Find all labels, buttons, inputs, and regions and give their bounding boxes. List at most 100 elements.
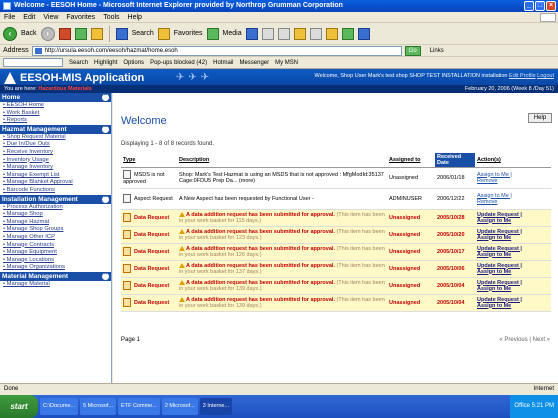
msn-search-input[interactable] <box>3 58 63 67</box>
start-button[interactable]: start <box>0 395 38 418</box>
sidebar-item-equipment[interactable]: Manage Equipment <box>0 249 111 257</box>
row-type: Data Request <box>134 214 170 221</box>
taskbar-item-explorer[interactable]: C:\Docume... <box>40 398 79 415</box>
table-row: Aspect Request A New Aspect has been requ… <box>121 188 551 210</box>
messenger-button[interactable]: Messenger <box>239 60 269 66</box>
sidebar-item-manage-shop[interactable]: Manage Shop <box>0 211 111 219</box>
sidebar-section-installation[interactable]: Installation Management ⌃ <box>0 194 111 204</box>
current-date: February 20, 2006 (Week 8 /Day 51) <box>464 86 554 92</box>
sidebar-item-reports[interactable]: Reports <box>0 117 111 125</box>
sidebar-item-shop-groups[interactable]: Manage Shop Groups <box>0 226 111 234</box>
menu-favorites[interactable]: Favorites <box>66 12 95 22</box>
collapse-icon[interactable]: ⌃ <box>102 94 109 101</box>
sidebar-item-manage-hazmat[interactable]: Manage Hazmat <box>0 219 111 227</box>
row-action-secondary[interactable]: Assign to Me <box>477 303 511 309</box>
search-button[interactable]: Search <box>132 30 154 37</box>
row-type-cell: Aspect Request <box>121 188 177 210</box>
menu-edit[interactable]: Edit <box>23 12 35 22</box>
menu-file[interactable]: File <box>4 12 15 22</box>
sidebar-item-manage-material[interactable]: Manage Material <box>0 281 111 289</box>
sidebar-section-home[interactable]: Home ⌃ <box>0 93 111 102</box>
forward-icon[interactable]: › <box>40 26 55 41</box>
media-button[interactable]: Media <box>223 30 242 37</box>
row-action-secondary[interactable]: Assign to Me <box>477 218 511 224</box>
sidebar-item-manage-inventory[interactable]: Manage Inventory <box>0 164 111 172</box>
favorites-icon[interactable] <box>157 27 170 40</box>
taskbar-item-ie[interactable]: 3 Interne... <box>199 398 233 415</box>
row-action-secondary[interactable]: Remove <box>477 199 497 205</box>
sidebar-item-contracts[interactable]: Manage Contracts <box>0 242 111 250</box>
menu-tools[interactable]: Tools <box>103 12 119 22</box>
help-button[interactable]: Help <box>528 113 552 123</box>
back-button[interactable]: Back <box>21 30 37 37</box>
history-icon[interactable] <box>245 27 258 40</box>
research-icon[interactable] <box>357 27 370 40</box>
links-button[interactable]: Links <box>430 48 444 54</box>
column-header-assigned[interactable]: Assigned to <box>387 153 435 168</box>
sidebar-section-hazmat[interactable]: Hazmat Management ⌃ <box>0 124 111 134</box>
go-button[interactable]: Go <box>404 45 421 56</box>
favorites-button[interactable]: Favorites <box>174 30 203 37</box>
sidebar-item-receive-inventory[interactable]: Receive Inventory <box>0 149 111 157</box>
taskbar-item-word[interactable]: 5 Microsof... <box>80 398 117 415</box>
sidebar-item-eesoh-home[interactable]: EESOH Home <box>0 102 111 110</box>
collapse-icon[interactable]: ⌃ <box>102 125 109 133</box>
print-icon[interactable] <box>277 27 290 40</box>
search-icon[interactable] <box>115 27 128 40</box>
back-icon[interactable]: ‹ <box>3 26 17 41</box>
row-action-secondary[interactable]: Assign to Me <box>477 269 511 275</box>
row-action-secondary[interactable]: Assign to Me <box>477 286 511 292</box>
messenger-icon[interactable] <box>341 27 354 40</box>
welcome-bar: Welcome, Shop User Mark's test shop SHOP… <box>314 73 554 79</box>
edit-icon[interactable] <box>293 27 306 40</box>
collapse-icon[interactable]: ⌃ <box>102 272 109 280</box>
menu-help[interactable]: Help <box>128 12 142 22</box>
column-header-description[interactable]: Description <box>177 153 387 168</box>
sidebar-section-material[interactable]: Material Management ⌃ <box>0 271 111 281</box>
sidebar-item-barcode[interactable]: Barcode Functions <box>0 187 111 195</box>
row-date-cell: 2005/10/04 <box>435 277 475 295</box>
refresh-icon[interactable] <box>74 27 87 40</box>
window-title-bar[interactable]: Welcome - EESOH Home - Microsoft Interne… <box>0 0 558 12</box>
logout-link[interactable]: Logout <box>537 73 554 79</box>
column-header-received[interactable]: Received Date <box>435 153 475 168</box>
discuss-icon[interactable] <box>309 27 322 40</box>
sidebar-item-inventory-usage[interactable]: Inventory Usage <box>0 157 111 165</box>
table-row: Data Request A data addition request has … <box>121 209 551 227</box>
collapse-icon[interactable]: ⌃ <box>102 195 109 203</box>
popups-blocked-button[interactable]: Pop-ups blocked (42) <box>150 60 207 66</box>
pager-links[interactable]: « Previous | Next » <box>499 337 550 343</box>
sidebar-item-other-icp[interactable]: Manage Other ICP <box>0 234 111 242</box>
column-header-type[interactable]: Type <box>121 153 177 168</box>
column-header-actions: Action(s) <box>475 153 551 168</box>
sidebar-item-work-basket[interactable]: Work Basket <box>0 110 111 118</box>
address-input[interactable]: http://ursula.eesoh.com/eesoh/hazmat/hom… <box>31 45 402 56</box>
sidebar-item-due-in-out[interactable]: Due In/Due Outs <box>0 141 111 149</box>
media-icon[interactable] <box>206 27 219 40</box>
sidebar-item-exempt-list[interactable]: Manage Exempt List <box>0 172 111 180</box>
home-icon[interactable] <box>90 27 103 40</box>
taskbar-item-etf[interactable]: ETF Comme... <box>118 398 160 415</box>
sidebar-item-blanket-approval[interactable]: Manage Blanket Approval <box>0 179 111 187</box>
highlight-button[interactable]: Highlight <box>94 60 117 66</box>
folder-icon[interactable] <box>325 27 338 40</box>
maximize-button[interactable]: □ <box>535 1 545 11</box>
sidebar-item-shop-request[interactable]: Shop Request Material <box>0 134 111 142</box>
row-action-secondary[interactable]: Assign to Me <box>477 235 511 241</box>
sidebar-item-organizations[interactable]: Manage Organizations <box>0 264 111 272</box>
mail-icon[interactable] <box>261 27 274 40</box>
sidebar-item-process-authorization[interactable]: Process Authorization <box>0 204 111 212</box>
row-action-secondary[interactable]: Remove <box>477 178 497 184</box>
msn-search-button[interactable]: Search <box>69 60 88 66</box>
edit-profile-link[interactable]: Edit Profile <box>509 73 536 79</box>
close-button[interactable]: × <box>546 1 556 11</box>
taskbar-item-office[interactable]: 2 Microsof... <box>161 398 198 415</box>
minimize-button[interactable]: _ <box>524 1 534 11</box>
hotmail-button[interactable]: Hotmail <box>213 60 233 66</box>
options-button[interactable]: Options <box>123 60 144 66</box>
menu-view[interactable]: View <box>43 12 58 22</box>
stop-icon[interactable] <box>58 27 71 40</box>
sidebar-item-locations[interactable]: Manage Locations <box>0 257 111 265</box>
mymsn-button[interactable]: My MSN <box>275 60 298 66</box>
row-action-secondary[interactable]: Assign to Me <box>477 252 511 258</box>
